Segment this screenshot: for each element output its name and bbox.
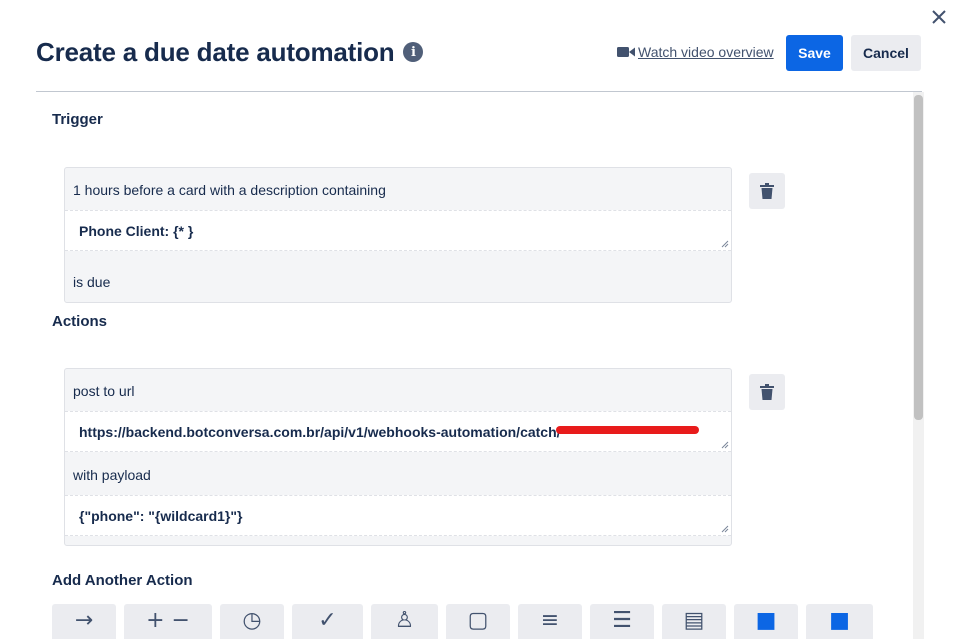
action-card-button[interactable]: ■ [806, 604, 873, 639]
trash-icon [760, 384, 774, 400]
action-dates-button[interactable]: ◷ [220, 604, 284, 639]
payload-input[interactable]: {"phone": "{wildcard1}"} [65, 495, 731, 536]
action-text-post: post to url [73, 383, 135, 399]
description-icon: ≡ [540, 608, 560, 633]
header-divider [36, 91, 922, 92]
info-icon[interactable]: i [403, 42, 424, 62]
redaction-mark [556, 426, 699, 434]
action-archive-button[interactable]: ▤ [662, 604, 726, 639]
checkmark-icon: ✓ [318, 608, 337, 633]
video-camera-icon [617, 47, 635, 57]
delete-trigger-button[interactable] [749, 173, 785, 209]
automation-dialog: Create a due date automation i Watch vid… [0, 0, 956, 639]
action-checklist-button[interactable]: ✓ [292, 604, 363, 639]
power-up-icon: ■ [755, 608, 777, 633]
arrow-right-icon: → [74, 608, 94, 633]
delete-action-button[interactable] [749, 374, 785, 410]
action-move-button[interactable]: → [52, 604, 116, 639]
add-remove-icon: + − [146, 608, 190, 633]
action-description-button[interactable]: ≡ [518, 604, 582, 639]
close-icon[interactable] [928, 6, 950, 28]
trigger-text-before: 1 hours before a card with a description… [73, 182, 386, 198]
resize-handle-icon[interactable] [721, 441, 729, 449]
action-card: post to url https://backend.botconversa.… [64, 368, 732, 546]
resize-handle-icon[interactable] [721, 525, 729, 533]
trigger-section-label: Trigger [52, 111, 103, 128]
add-action-section-label: Add Another Action [52, 572, 193, 589]
cancel-button[interactable]: Cancel [851, 35, 921, 71]
page-title: Create a due date automation [36, 36, 395, 67]
action-power-up-button[interactable]: ■ [734, 604, 798, 639]
action-members-button[interactable]: ♙ [371, 604, 438, 639]
scrollbar-thumb[interactable] [914, 95, 923, 420]
align-center-icon: ☰ [612, 608, 632, 633]
title-row: Create a due date automation i [36, 36, 424, 68]
action-comment-button[interactable]: ▢ [446, 604, 510, 639]
actions-section-label: Actions [52, 313, 108, 330]
action-sort-button[interactable]: ☰ [590, 604, 654, 639]
trash-icon [760, 183, 774, 199]
trigger-description-value: Phone Client: {* } [79, 222, 194, 239]
action-add-remove-button[interactable]: + − [124, 604, 212, 639]
clock-icon: ◷ [242, 608, 262, 633]
save-button[interactable]: Save [786, 35, 843, 71]
member-icon: ♙ [394, 608, 415, 633]
trigger-text-after: is due [73, 274, 111, 290]
action-text-payload: with payload [73, 467, 151, 483]
watch-video-link[interactable]: Watch video overview [617, 44, 774, 60]
watch-video-label: Watch video overview [638, 44, 774, 60]
trigger-card: 1 hours before a card with a description… [64, 167, 732, 303]
comment-icon: ▢ [467, 608, 489, 633]
card-icon: ■ [829, 608, 850, 633]
url-value: https://backend.botconversa.com.br/api/v… [79, 423, 561, 440]
payload-value: {"phone": "{wildcard1}"} [79, 507, 243, 524]
trigger-description-input[interactable]: Phone Client: {* } [65, 210, 731, 251]
resize-handle-icon[interactable] [721, 240, 729, 248]
archive-icon: ▤ [683, 608, 705, 633]
